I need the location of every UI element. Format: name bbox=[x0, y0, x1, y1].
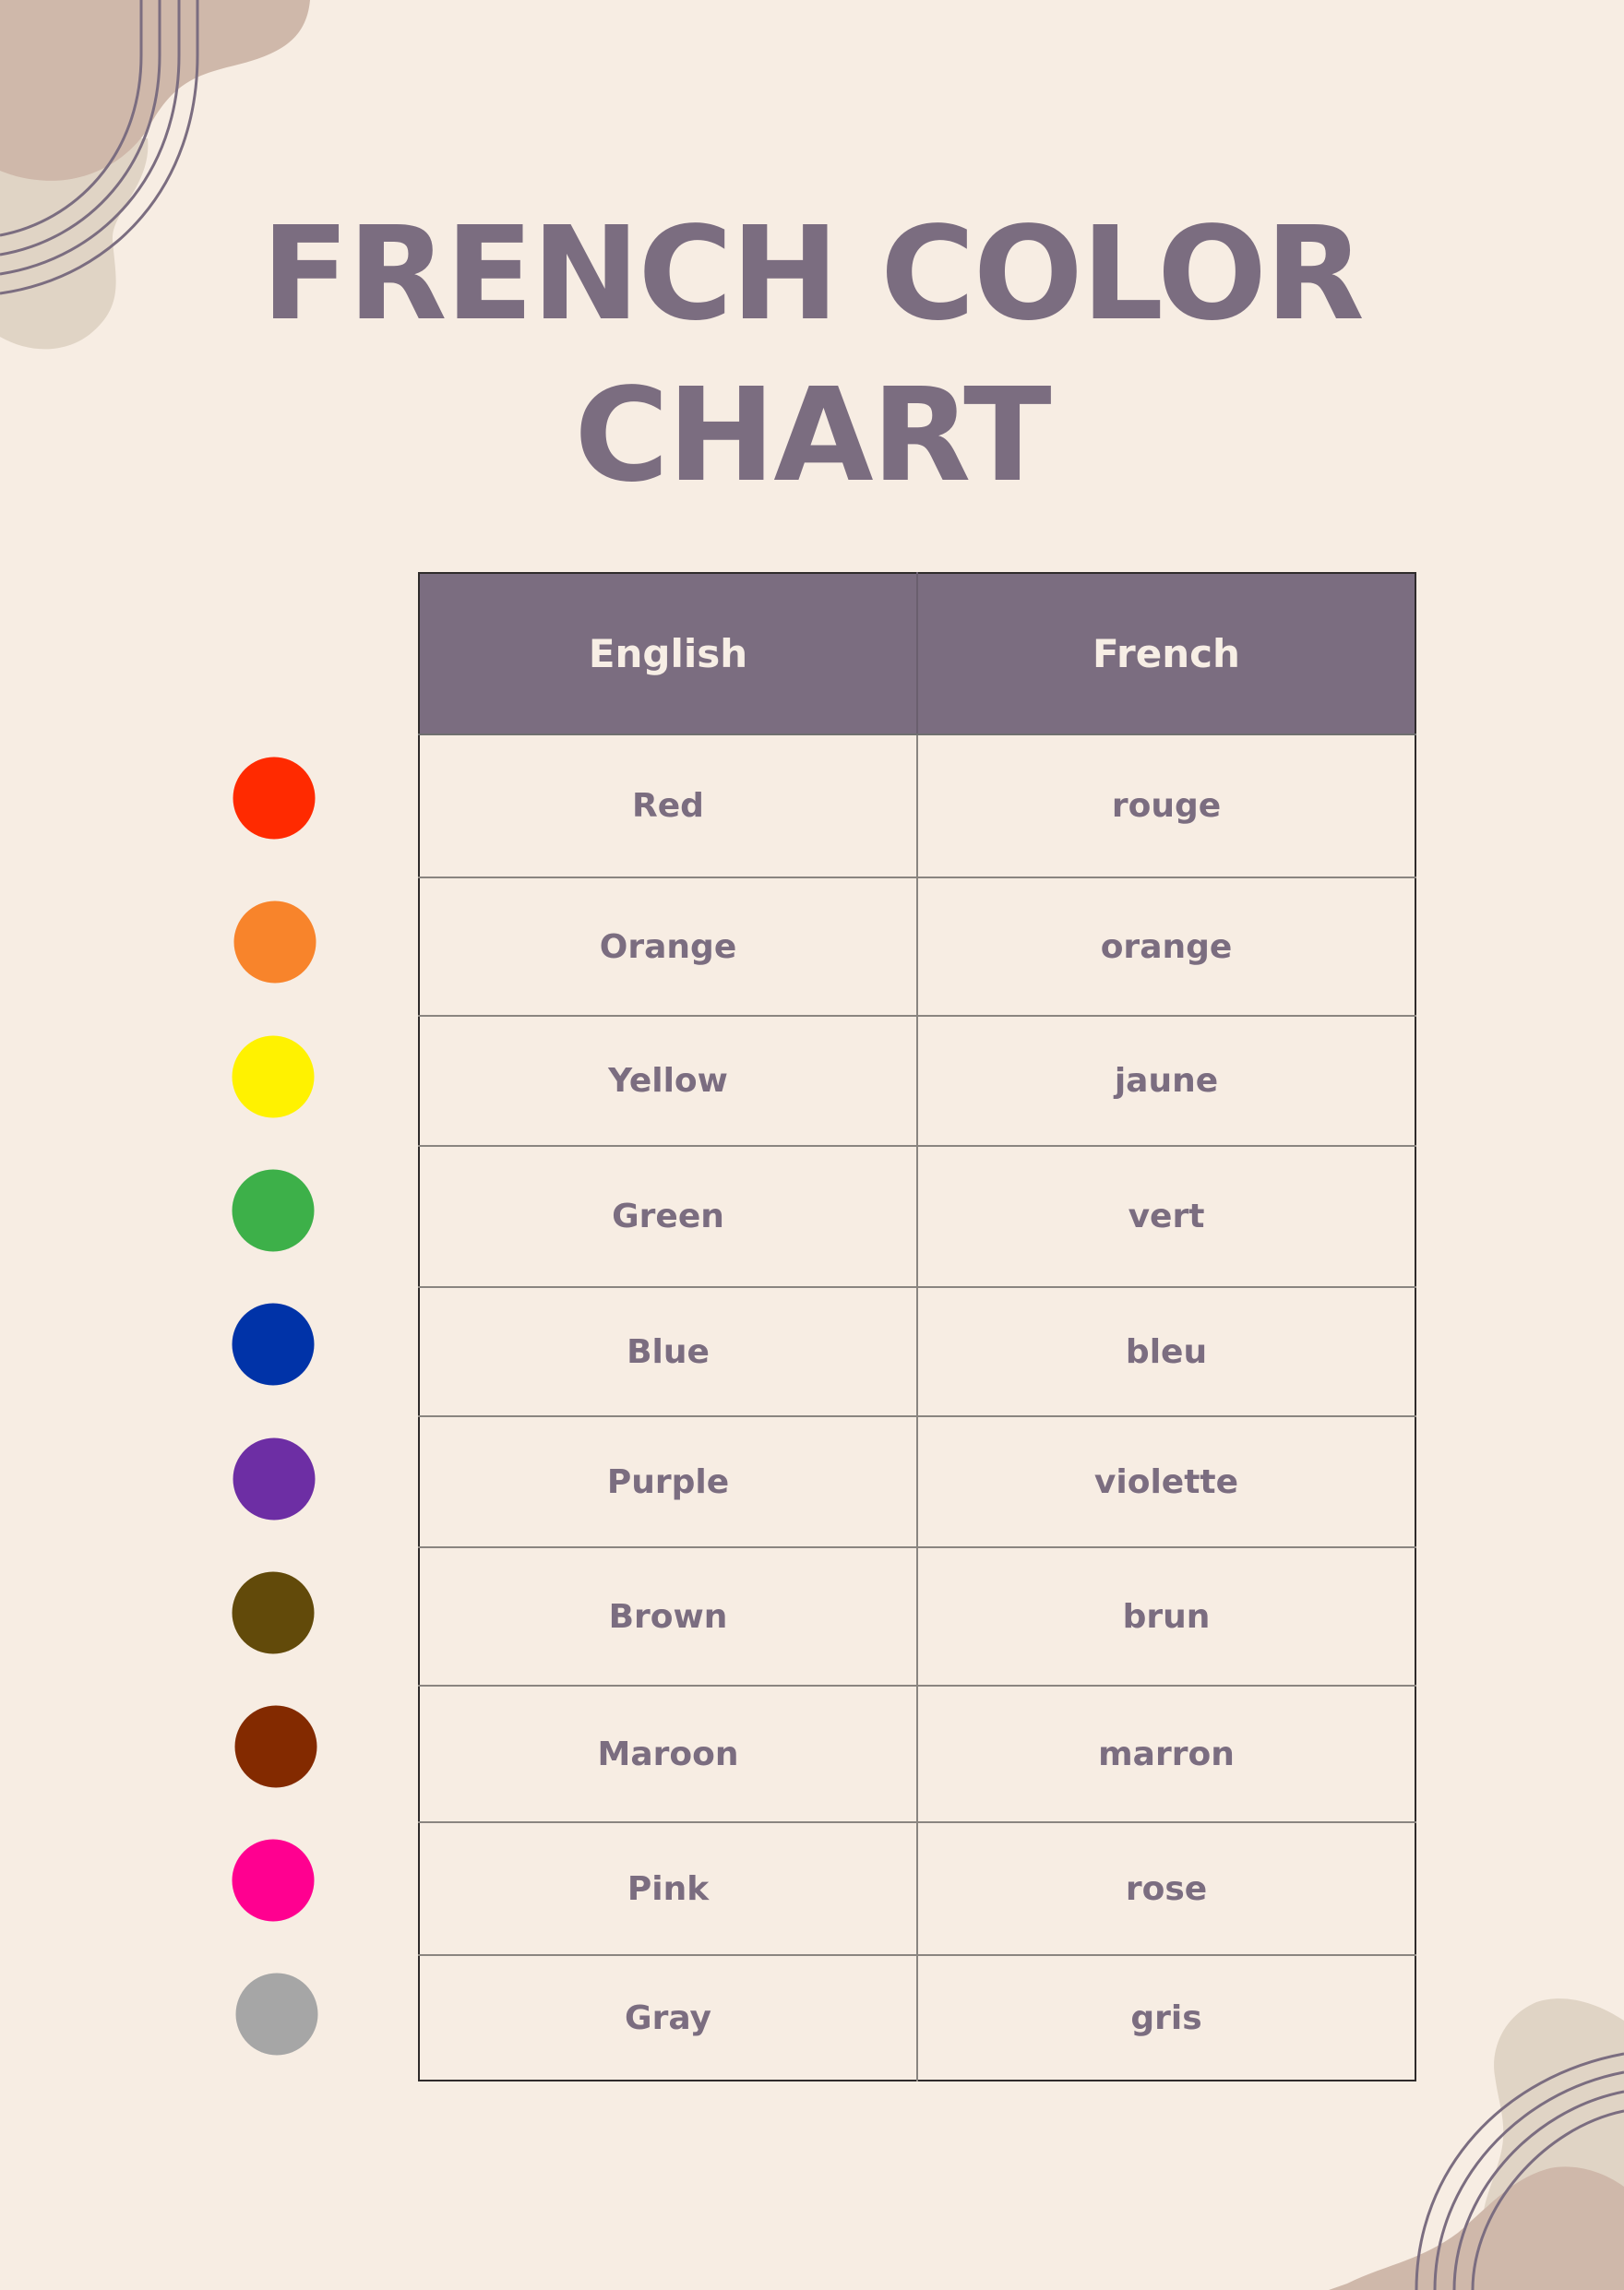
color-swatch-column bbox=[0, 0, 415, 2290]
french-cell: gris bbox=[916, 1954, 1415, 2081]
english-cell: Pink bbox=[419, 1821, 918, 1956]
french-cell: violette bbox=[916, 1415, 1415, 1548]
color-swatch-brown bbox=[232, 1571, 315, 1654]
french-cell: jaune bbox=[916, 1015, 1415, 1147]
color-swatch-gray bbox=[235, 1973, 318, 2056]
french-cell: orange bbox=[916, 877, 1415, 1017]
table-row: Green vert bbox=[419, 1145, 1415, 1288]
color-translation-table: English French Red rouge Orange orange Y… bbox=[418, 572, 1416, 2081]
column-header-english: English bbox=[419, 573, 918, 735]
table-row: Blue bleu bbox=[419, 1286, 1415, 1417]
english-cell: Yellow bbox=[419, 1015, 918, 1147]
french-cell: vert bbox=[916, 1145, 1415, 1288]
english-cell: Purple bbox=[419, 1415, 918, 1548]
french-cell: brun bbox=[916, 1546, 1415, 1687]
color-swatch-blue bbox=[232, 1303, 315, 1386]
table-row: Pink rose bbox=[419, 1821, 1415, 1956]
color-swatch-red bbox=[233, 757, 316, 840]
french-cell: bleu bbox=[916, 1286, 1415, 1417]
color-swatch-yellow bbox=[232, 1035, 315, 1118]
color-swatch-maroon bbox=[234, 1705, 317, 1788]
color-swatch-pink bbox=[232, 1839, 315, 1922]
english-cell: Maroon bbox=[419, 1685, 918, 1823]
column-header-french: French bbox=[916, 573, 1415, 735]
table-row: Maroon marron bbox=[419, 1685, 1415, 1823]
decorative-blob-light bbox=[1482, 1998, 1624, 2242]
table-header-row: English French bbox=[419, 573, 1415, 735]
french-cell: rose bbox=[916, 1821, 1415, 1956]
decorative-blob-dark bbox=[1329, 2166, 1624, 2290]
table-row: Purple violette bbox=[419, 1415, 1415, 1548]
english-cell: Brown bbox=[419, 1546, 918, 1687]
english-cell: Orange bbox=[419, 877, 918, 1017]
french-cell: rouge bbox=[916, 734, 1415, 878]
table-row: Red rouge bbox=[419, 734, 1415, 878]
color-swatch-purple bbox=[233, 1437, 316, 1521]
table-row: Gray gris bbox=[419, 1954, 1415, 2081]
color-swatch-green bbox=[232, 1169, 315, 1252]
english-cell: Gray bbox=[419, 1954, 918, 2081]
color-swatch-orange bbox=[233, 900, 316, 984]
english-cell: Blue bbox=[419, 1286, 918, 1417]
english-cell: Green bbox=[419, 1145, 918, 1288]
decorative-arcs bbox=[1415, 2052, 1624, 2290]
table-row: Orange orange bbox=[419, 877, 1415, 1017]
english-cell: Red bbox=[419, 734, 918, 878]
table-row: Brown brun bbox=[419, 1546, 1415, 1687]
french-cell: marron bbox=[916, 1685, 1415, 1823]
table-row: Yellow jaune bbox=[419, 1015, 1415, 1147]
